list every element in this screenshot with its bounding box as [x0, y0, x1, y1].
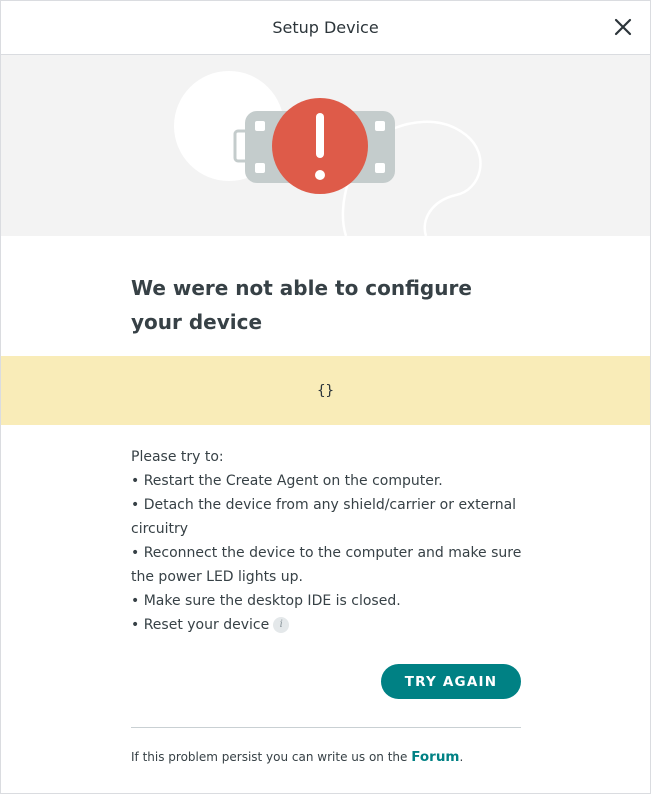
list-item: • Reset your device: [131, 617, 270, 633]
error-heading: We were not able to configure your devic…: [131, 276, 472, 334]
dialog-header: Setup Device: [1, 1, 650, 55]
close-icon[interactable]: [614, 18, 632, 36]
troubleshooting-list: Please try to: • Restart the Create Agen…: [131, 445, 523, 637]
error-code-text: {}: [317, 382, 334, 399]
main-content: We were not able to configure your devic…: [131, 271, 521, 339]
info-icon[interactable]: i: [273, 617, 290, 633]
list-item: • Restart the Create Agent on the comput…: [131, 473, 443, 489]
setup-device-dialog: Setup Device We were not able to configu…: [0, 0, 651, 794]
list-item-reset: • Reset your device i: [131, 613, 523, 637]
instructions-intro: Please try to:: [131, 449, 224, 465]
footer-help: If this problem persist you can write us…: [131, 749, 463, 765]
footer-text: If this problem persist you can write us…: [131, 750, 412, 764]
divider: [131, 727, 521, 728]
error-code-block: {}: [1, 356, 650, 425]
dialog-title: Setup Device: [272, 18, 379, 37]
list-item: • Detach the device from any shield/carr…: [131, 497, 517, 537]
list-item: • Reconnect the device to the computer a…: [131, 545, 522, 585]
forum-link[interactable]: Forum: [411, 749, 459, 765]
hero-banner: [1, 55, 650, 236]
list-item: • Make sure the desktop IDE is closed.: [131, 593, 401, 609]
device-error-illustration: [174, 71, 482, 236]
try-again-button[interactable]: TRY AGAIN: [381, 664, 521, 699]
footer-end: .: [459, 750, 464, 764]
